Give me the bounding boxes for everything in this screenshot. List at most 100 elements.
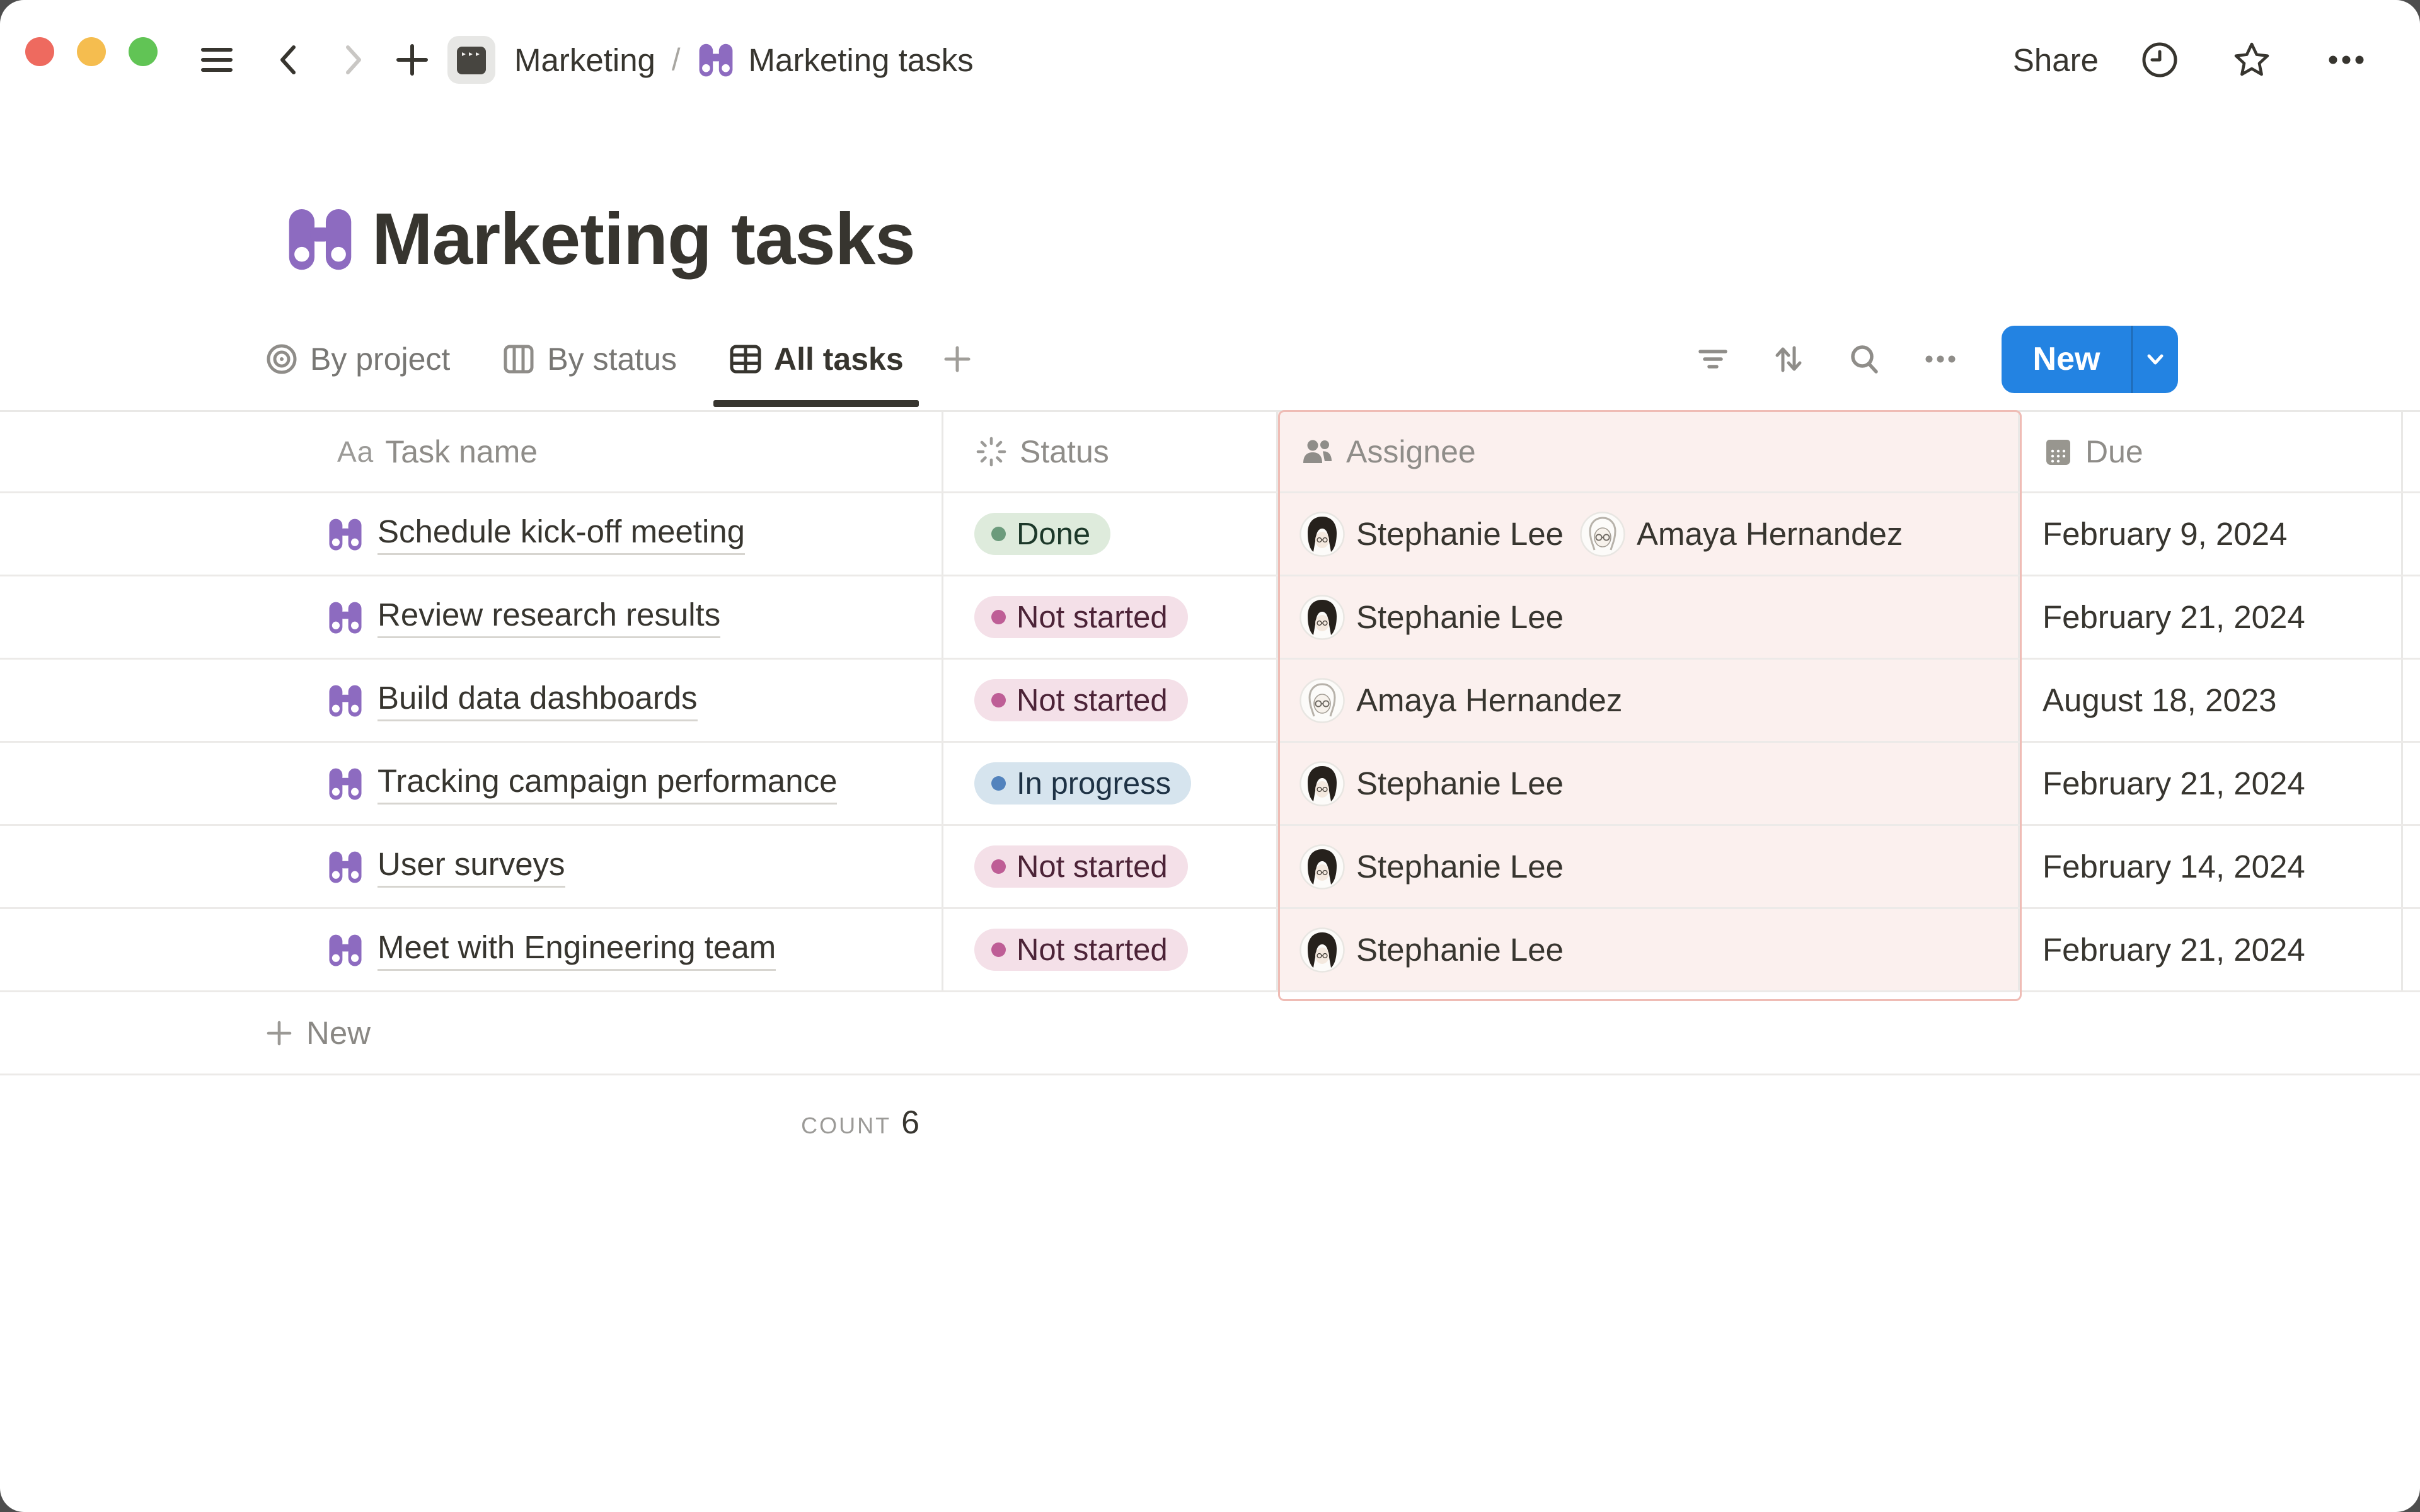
back-icon[interactable] xyxy=(272,40,305,80)
filter-icon[interactable] xyxy=(1695,341,1731,377)
assignee-name: Stephanie Lee xyxy=(1356,848,1564,885)
share-button[interactable]: Share xyxy=(2013,42,2099,79)
table-header-row: Aa Task name Status xyxy=(0,412,2420,493)
assignee-cell[interactable]: Amaya Hernandez xyxy=(1278,660,2020,741)
new-record-button[interactable]: New xyxy=(2002,326,2178,393)
tab-by-status[interactable]: By status xyxy=(502,310,677,408)
target-icon xyxy=(265,342,299,376)
status-cell[interactable]: Done xyxy=(943,493,1278,575)
history-clock-icon[interactable] xyxy=(2140,40,2179,79)
tasks-table: Aa Task name Status xyxy=(0,410,2420,1170)
new-button-label: New xyxy=(2002,340,2131,378)
due-cell[interactable]: February 9, 2024 xyxy=(2020,493,2403,575)
task-name-cell[interactable]: Review research results xyxy=(243,576,943,658)
status-dot-icon xyxy=(991,693,1006,707)
count-label: COUNT xyxy=(801,1113,891,1139)
task-name-cell[interactable]: Meet with Engineering team xyxy=(243,909,943,990)
forward-icon[interactable] xyxy=(337,40,369,80)
assignee-cell[interactable]: Stephanie Lee xyxy=(1278,909,2020,990)
binoculars-icon xyxy=(697,41,735,79)
column-label: Due xyxy=(2085,433,2143,470)
add-row-button[interactable]: New xyxy=(0,992,2420,1075)
status-cell[interactable]: Not started xyxy=(943,576,1278,658)
assignee-cell[interactable]: Stephanie Lee Amaya Hernandez xyxy=(1278,493,2020,575)
status-cell[interactable]: In progress xyxy=(943,743,1278,824)
due-cell[interactable]: February 14, 2024 xyxy=(2020,826,2403,907)
due-date: February 21, 2024 xyxy=(2043,931,2305,968)
breadcrumb-current[interactable]: Marketing tasks xyxy=(749,42,974,79)
task-name-link[interactable]: Schedule kick-off meeting xyxy=(377,513,745,555)
task-name-link[interactable]: Meet with Engineering team xyxy=(377,929,776,971)
breadcrumb-separator: / xyxy=(672,42,681,77)
favorite-star-icon[interactable] xyxy=(2232,40,2271,79)
task-name-link[interactable]: Build data dashboards xyxy=(377,679,698,721)
minimize-window-button[interactable] xyxy=(77,37,106,66)
column-header-task-name[interactable]: Aa Task name xyxy=(243,412,943,491)
task-name-cell[interactable]: User surveys xyxy=(243,826,943,907)
table-row: Meet with Engineering team Not started S… xyxy=(0,909,2420,992)
status-cell[interactable]: Not started xyxy=(943,660,1278,741)
status-cell[interactable]: Not started xyxy=(943,909,1278,990)
add-view-icon[interactable] xyxy=(942,310,973,408)
avatar xyxy=(1299,678,1345,723)
status-cell[interactable]: Not started xyxy=(943,826,1278,907)
due-cell[interactable]: February 21, 2024 xyxy=(2020,743,2403,824)
assignee-cell[interactable]: Stephanie Lee xyxy=(1278,826,2020,907)
table-row: Review research results Not started Step… xyxy=(0,576,2420,660)
assignee-name: Stephanie Lee xyxy=(1356,598,1564,636)
count-calculation[interactable]: COUNT 6 xyxy=(0,1104,943,1142)
breadcrumb-parent[interactable]: Marketing xyxy=(514,42,655,79)
avatar xyxy=(1299,927,1345,973)
status-dot-icon xyxy=(991,942,1006,957)
assignee-cell[interactable]: Stephanie Lee xyxy=(1278,576,2020,658)
add-row-label: New xyxy=(306,1014,371,1051)
task-name-link[interactable]: Tracking campaign performance xyxy=(377,762,837,805)
column-header-assignee[interactable]: Assignee xyxy=(1278,412,2020,491)
due-date: August 18, 2023 xyxy=(2043,682,2276,719)
column-header-due[interactable]: Due xyxy=(2020,412,2403,491)
assignee-name: Stephanie Lee xyxy=(1356,765,1564,802)
table-row: Tracking campaign performance In progres… xyxy=(0,743,2420,826)
column-header-status[interactable]: Status xyxy=(943,412,1278,491)
column-label: Task name xyxy=(385,433,538,470)
sort-icon[interactable] xyxy=(1771,341,1806,377)
plus-icon xyxy=(265,1019,294,1048)
zoom-window-button[interactable] xyxy=(129,37,158,66)
status-badge: Not started xyxy=(974,929,1188,971)
page-binoculars-icon[interactable] xyxy=(285,203,355,274)
task-name-link[interactable]: User surveys xyxy=(377,845,565,888)
ghost-column xyxy=(2403,493,2420,575)
status-dot-icon xyxy=(991,859,1006,874)
due-cell[interactable]: February 21, 2024 xyxy=(2020,576,2403,658)
tab-by-project[interactable]: By project xyxy=(265,310,450,408)
avatar xyxy=(1299,512,1345,557)
chevron-down-icon[interactable] xyxy=(2133,345,2178,373)
task-name-cell[interactable]: Tracking campaign performance xyxy=(243,743,943,824)
binoculars-icon xyxy=(327,765,364,802)
tab-all-tasks[interactable]: All tasks xyxy=(729,310,904,408)
task-name-link[interactable]: Review research results xyxy=(377,596,720,638)
task-name-cell[interactable]: Schedule kick-off meeting xyxy=(243,493,943,575)
more-options-icon[interactable] xyxy=(2325,40,2367,79)
due-date: February 21, 2024 xyxy=(2043,765,2305,802)
status-burst-icon xyxy=(974,435,1008,469)
new-page-plus-icon[interactable] xyxy=(395,40,430,80)
text-type-icon: Aa xyxy=(337,435,374,469)
breadcrumb-marketing-page-icon[interactable] xyxy=(447,36,495,84)
board-columns-icon xyxy=(502,342,536,376)
sidebar-menu-icon[interactable] xyxy=(197,40,237,80)
assignee-cell[interactable]: Stephanie Lee xyxy=(1278,743,2020,824)
view-options-icon[interactable] xyxy=(1922,341,1959,377)
due-cell[interactable]: February 21, 2024 xyxy=(2020,909,2403,990)
count-value: 6 xyxy=(901,1104,919,1142)
status-badge: Not started xyxy=(974,596,1188,638)
close-window-button[interactable] xyxy=(25,37,54,66)
status-badge: Done xyxy=(974,513,1110,555)
status-dot-icon xyxy=(991,527,1006,541)
people-icon xyxy=(1299,435,1335,469)
status-badge: Not started xyxy=(974,845,1188,888)
task-name-cell[interactable]: Build data dashboards xyxy=(243,660,943,741)
avatar xyxy=(1299,595,1345,640)
due-cell[interactable]: August 18, 2023 xyxy=(2020,660,2403,741)
search-icon[interactable] xyxy=(1847,341,1882,377)
